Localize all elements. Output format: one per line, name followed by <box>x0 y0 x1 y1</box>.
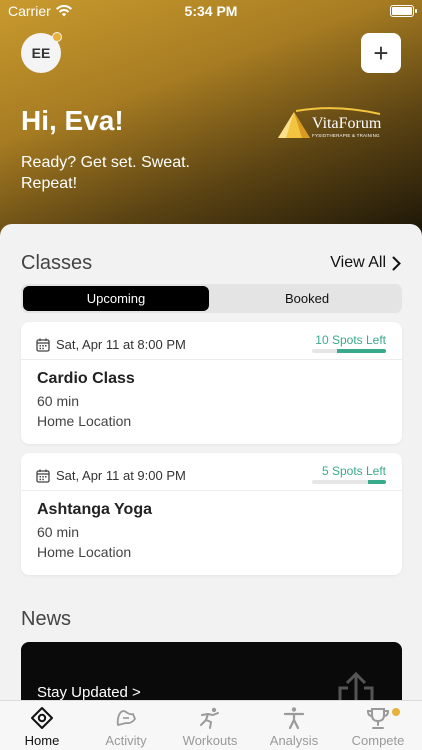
class-location: Home Location <box>37 413 132 429</box>
news-cta[interactable]: Stay Updated > <box>37 684 141 701</box>
spots-left: 5 Spots Left <box>321 464 386 478</box>
workouts-icon <box>200 707 219 729</box>
tab-bar: Home Activity Workouts Analysis Compete <box>0 700 422 750</box>
class-name: Cardio Class <box>37 370 135 387</box>
plus-icon: + <box>373 38 389 68</box>
spots-bar <box>312 349 386 353</box>
card-divider <box>21 359 402 360</box>
spots-bar-fill <box>337 349 386 353</box>
spots-left: 10 Spots Left <box>315 333 386 347</box>
classes-title: Classes <box>21 252 93 274</box>
tab-upcoming[interactable]: Upcoming <box>23 286 209 311</box>
class-card[interactable]: Sat, Apr 11 at 8:00 PM 10 Spots Left Car… <box>21 322 402 444</box>
compete-badge <box>392 708 400 716</box>
add-button[interactable]: + <box>361 33 401 73</box>
logo-brand: VitaForum <box>312 115 382 132</box>
class-location: Home Location <box>37 544 132 560</box>
card-divider <box>21 490 402 491</box>
classes-segmented-control: Upcoming Booked <box>21 284 402 313</box>
tab-label: Workouts <box>182 733 238 748</box>
chevron-right-icon <box>392 256 401 270</box>
tab-compete[interactable]: Compete <box>336 701 420 750</box>
calendar-icon <box>36 469 50 483</box>
notification-dot <box>52 32 62 42</box>
tab-label: Compete <box>351 733 405 748</box>
calendar-icon <box>36 338 50 352</box>
status-bar: Carrier 5:34 PM <box>0 0 422 22</box>
spots-bar <box>312 480 386 484</box>
class-name: Ashtanga Yoga <box>37 501 152 518</box>
tab-activity[interactable]: Activity <box>84 701 168 750</box>
activity-icon <box>116 710 136 726</box>
avatar[interactable]: EE <box>21 32 62 73</box>
home-icon <box>31 707 53 729</box>
avatar-initials: EE <box>31 45 51 61</box>
class-date: Sat, Apr 11 at 8:00 PM <box>56 337 186 352</box>
class-date: Sat, Apr 11 at 9:00 PM <box>56 468 186 483</box>
tab-label: Home <box>24 733 60 748</box>
news-title: News <box>21 608 72 630</box>
brand-logo: VitaForum FYSIOTHERAPIE & TRAINING <box>276 106 386 142</box>
class-duration: 60 min <box>37 393 80 409</box>
greeting: Hi, Eva! <box>21 105 124 136</box>
trophy-icon <box>366 708 390 729</box>
class-duration: 60 min <box>37 524 80 540</box>
tab-label: Analysis <box>269 733 319 748</box>
logo-tagline: FYSIOTHERAPIE & TRAINING <box>312 133 380 138</box>
tab-label: Activity <box>105 733 147 748</box>
view-all-label: View All <box>330 254 386 271</box>
greeting-subtext: Ready? Get set. Sweat. Repeat! <box>21 154 190 192</box>
analysis-icon <box>283 707 305 730</box>
tab-analysis[interactable]: Analysis <box>252 701 336 750</box>
tab-home[interactable]: Home <box>0 701 84 750</box>
tab-booked[interactable]: Booked <box>214 286 400 311</box>
battery-icon <box>390 5 417 17</box>
tab-workouts[interactable]: Workouts <box>168 701 252 750</box>
view-all-link[interactable]: View All <box>330 254 401 272</box>
class-card[interactable]: Sat, Apr 11 at 9:00 PM 5 Spots Left Asht… <box>21 453 402 575</box>
clock: 5:34 PM <box>184 3 238 19</box>
spots-bar-fill <box>367 480 386 484</box>
